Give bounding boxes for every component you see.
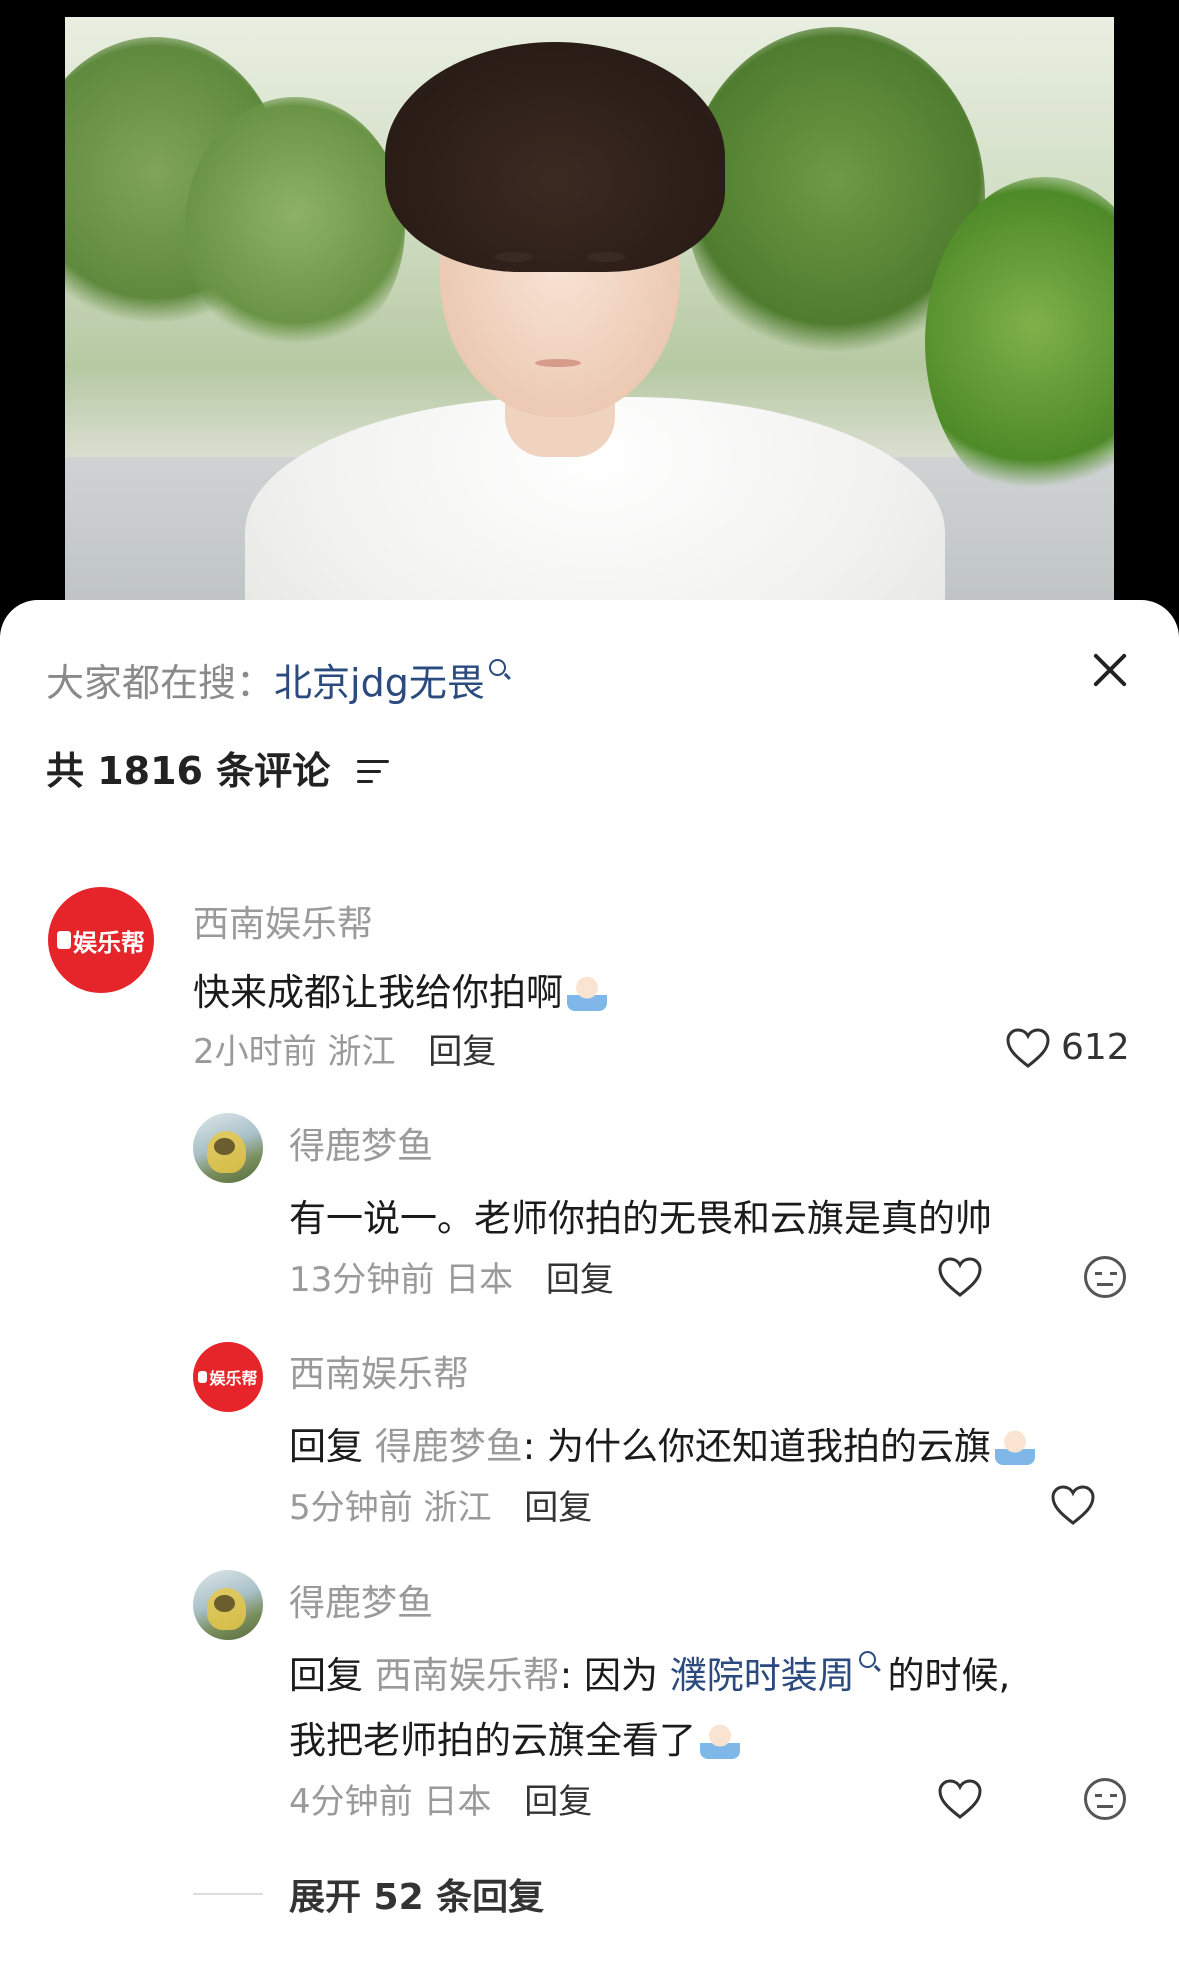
hot-search-bar[interactable]: 大家都在搜：北京jdg无畏 [46,652,506,707]
comment-time: 5分钟前 [289,1488,413,1528]
person-mouth [535,359,581,367]
comment-author[interactable]: 得鹿梦鱼 [289,1117,433,1169]
comment-author[interactable]: 西南娱乐帮 [193,895,373,947]
dislike-face-icon[interactable] [1084,1256,1126,1298]
divider [193,1893,263,1895]
comment-sheet: 大家都在搜：北京jdg无畏 共 1816 条评论 娱乐帮 西南娱乐帮 快来成都让… [0,600,1179,1964]
comment-author[interactable]: 得鹿梦鱼 [289,1574,433,1626]
sticker-emoji-icon [995,1429,1035,1465]
comment-location: 日本 [445,1260,514,1300]
reply-button[interactable]: 回复 [524,1488,592,1528]
comment-body: : 因为 [559,1654,658,1697]
comment-time: 13分钟前 [289,1260,435,1300]
sticker-emoji-icon [567,975,607,1011]
sticker-emoji-icon [700,1723,740,1759]
comment-meta: 2小时前 浙江 回复 [193,1024,496,1073]
avatar[interactable]: 娱乐帮 [48,887,154,993]
comment-meta: 4分钟前 日本 回复 [289,1774,592,1823]
tree [185,97,405,357]
comment-text[interactable]: 有一说一。老师你拍的无畏和云旗是真的帅 [289,1188,992,1242]
avatar-text: 娱乐帮 [73,928,145,957]
logo-badge-icon [57,931,71,949]
heart-like-icon[interactable] [937,1256,983,1298]
close-icon[interactable] [1085,645,1135,695]
comment-text-line2[interactable]: 我把老师拍的云旗全看了 [289,1710,740,1764]
heart-like-icon[interactable] [1005,1027,1051,1069]
comment-meta: 13分钟前 日本 回复 [289,1252,614,1301]
search-icon [488,659,506,676]
logo-badge-icon [198,1371,208,1383]
comment-body: : 为什么你还知道我拍的云旗 [522,1425,991,1468]
comment-meta: 5分钟前 浙江 回复 [289,1480,592,1529]
comment-location: 日本 [423,1782,492,1822]
comment-location: 浙江 [327,1032,396,1072]
reply-button[interactable]: 回复 [524,1782,592,1822]
heart-like-icon[interactable] [937,1778,983,1820]
hashtag-link[interactable]: 濮院时装周 [670,1654,855,1697]
avatar[interactable]: 娱乐帮 [193,1342,263,1412]
comment-text[interactable]: 回复 西南娱乐帮: 因为 濮院时装周 的时候, [289,1645,1010,1699]
reply-button[interactable]: 回复 [546,1260,614,1300]
comment-body: 的时候, [887,1654,1011,1697]
heart-like-icon[interactable] [1050,1484,1096,1526]
comment-location: 浙江 [423,1488,492,1528]
person-eye [587,252,625,262]
post-photo[interactable] [65,17,1114,602]
reply-to-user[interactable]: 得鹿梦鱼 [375,1425,523,1468]
reply-prefix: 回复 [289,1425,363,1468]
comment-author[interactable]: 西南娱乐帮 [289,1345,469,1397]
comment-text[interactable]: 快来成都让我给你拍啊 [193,962,607,1016]
reply-prefix: 回复 [289,1654,363,1697]
hot-search-term[interactable]: 北京jdg无畏 [274,661,485,705]
expand-replies-label: 展开 52 条回复 [289,1877,545,1918]
comment-body: 快来成都让我给你拍啊 [193,971,563,1014]
dislike-face-icon[interactable] [1084,1778,1126,1820]
avatar[interactable] [193,1570,263,1640]
person-eye [495,252,533,262]
reply-to-user[interactable]: 西南娱乐帮 [375,1654,560,1697]
like-count: 612 [1061,1027,1130,1068]
person-hair [385,42,725,272]
avatar[interactable] [193,1113,263,1183]
comment-text[interactable]: 回复 得鹿梦鱼: 为什么你还知道我拍的云旗 [289,1416,1035,1470]
comment-count: 共 1816 条评论 [46,740,390,795]
expand-replies-button[interactable]: 展开 52 条回复 [193,1868,544,1920]
reply-button[interactable]: 回复 [428,1032,496,1072]
comment-count-label: 共 1816 条评论 [46,749,331,793]
avatar-text: 娱乐帮 [209,1369,258,1388]
search-icon [858,1651,876,1668]
comment-body: 我把老师拍的云旗全看了 [289,1719,696,1762]
hot-search-prefix: 大家都在搜： [46,661,275,705]
sort-filter-icon[interactable] [357,758,390,786]
comment-time: 2小时前 [193,1032,317,1072]
comment-time: 4分钟前 [289,1782,413,1822]
